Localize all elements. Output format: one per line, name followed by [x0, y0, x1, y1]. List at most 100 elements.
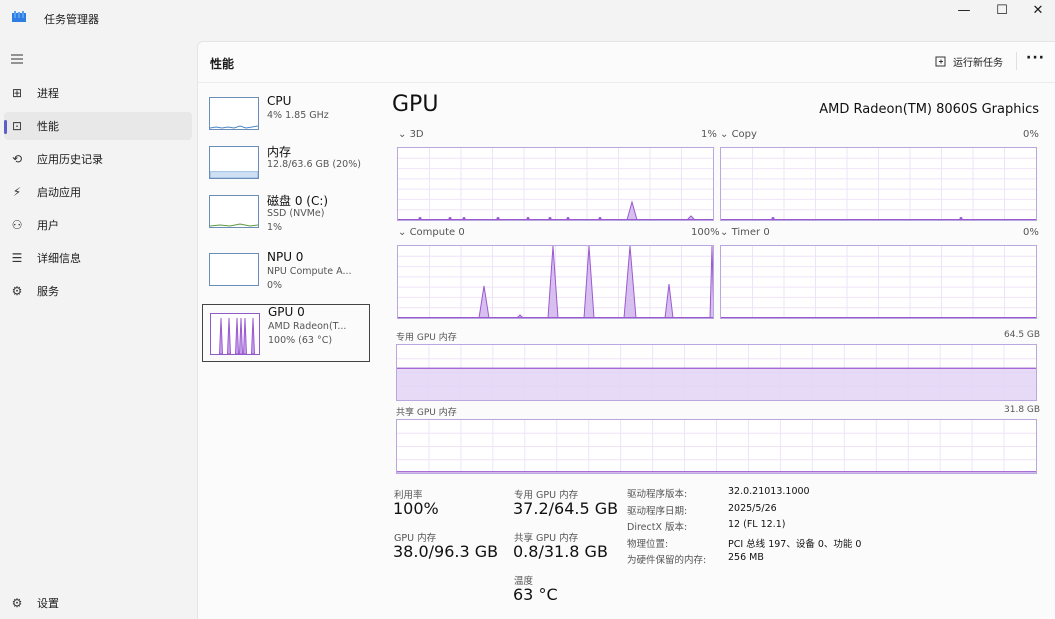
sidebar-item-startup[interactable]: ⚡ 启动应用: [4, 178, 192, 206]
more-options-button[interactable]: ···: [1026, 50, 1045, 66]
processes-icon: ⊞: [11, 86, 23, 100]
sidebar-item-label: 启动应用: [37, 186, 81, 199]
minimize-button[interactable]: —: [945, 0, 983, 20]
usage-spike: [626, 200, 638, 220]
graph-timer-svg: [721, 246, 1036, 318]
info-value: 32.0.21013.1000: [728, 486, 810, 497]
graph-copy: [720, 147, 1037, 221]
device-thumbnail-npu: [209, 253, 259, 286]
graph-copy-value: 0%: [1023, 129, 1039, 140]
gpu-sparkline: [218, 317, 256, 355]
run-new-task-label: 运行新任务: [953, 58, 1003, 69]
gpu-spike: [250, 317, 256, 355]
gpu-title: GPU: [392, 92, 439, 117]
details-icon: ☰: [11, 251, 23, 265]
usage-spike: [583, 246, 595, 318]
memory-fill: [397, 368, 1036, 400]
services-icon: ⚙: [11, 284, 23, 298]
sidebar-item-label: 详细信息: [37, 252, 81, 265]
graph-compute: [397, 245, 714, 319]
info-value: PCI 总线 197、设备 0、功能 0: [728, 538, 862, 550]
disk-sparkline: [209, 223, 259, 227]
app-title: 任务管理器: [44, 13, 99, 26]
graph-3d-svg: [398, 148, 713, 220]
device-value: 0%: [267, 280, 283, 291]
gpu-spike: [242, 317, 248, 355]
util-value: 100%: [393, 499, 439, 518]
active-indicator: [4, 120, 7, 134]
performance-icon: ⊡: [11, 119, 23, 133]
settings-icon: ⚙: [11, 596, 23, 610]
sidebar-item-label: 服务: [37, 285, 59, 298]
device-subtitle: 4% 1.85 GHz: [267, 110, 329, 121]
graph-compute-value: 100%: [691, 227, 720, 238]
info-key: 物理位置:: [627, 538, 669, 550]
info-value: 256 MB: [728, 552, 764, 563]
history-icon: ⟲: [11, 152, 23, 166]
graph-shared-label: 共享 GPU 内存: [396, 408, 457, 418]
startup-icon: ⚡: [12, 185, 22, 199]
task-manager-icon: [12, 11, 26, 22]
maximize-button[interactable]: ☐: [983, 0, 1021, 20]
device-value: 1%: [267, 222, 283, 233]
graph-3d: [397, 147, 714, 221]
graph-dedicated-label: 专用 GPU 内存: [396, 333, 457, 343]
device-subtitle: SSD (NVMe): [267, 208, 325, 219]
device-thumbnail-cpu: [209, 97, 259, 130]
npu-sparkline: [210, 254, 258, 285]
sidebar-item-performance[interactable]: ⊡ 性能: [4, 112, 192, 140]
sidebar-item-label: 设置: [37, 597, 59, 610]
device-thumbnail-gpu: [210, 313, 260, 355]
graph-compute-svg: [398, 246, 713, 318]
sidebar-item-processes[interactable]: ⊞ 进程: [4, 79, 192, 107]
device-name: NPU 0: [267, 250, 304, 264]
run-new-task-button[interactable]: 运行新任务: [935, 54, 1003, 69]
usage-spike: [547, 246, 559, 318]
device-item-gpu[interactable]: GPU 0 AMD Radeon(T... 100% (63 °C): [202, 304, 370, 362]
device-subtitle: 12.8/63.6 GB (20%): [267, 159, 361, 170]
device-name: 内存: [267, 145, 292, 159]
device-subtitle: NPU Compute A...: [267, 266, 352, 277]
sidebar-item-services[interactable]: ⚙ 服务: [4, 277, 192, 305]
gpu-mem-value: 38.0/96.3 GB: [393, 542, 499, 561]
device-item-npu[interactable]: NPU 0 NPU Compute A... 0%: [202, 250, 370, 308]
device-thumbnail-disk: [209, 195, 259, 228]
device-value: 100% (63 °C): [268, 335, 333, 346]
sidebar-item-users[interactable]: ⚇ 用户: [4, 211, 192, 239]
hamburger-menu-icon[interactable]: [10, 52, 24, 66]
sidebar-item-label: 应用历史记录: [37, 153, 103, 166]
usage-spike: [664, 283, 674, 318]
header-divider: [198, 82, 1055, 83]
dedicated-memory-svg: [397, 345, 1036, 400]
header-separator: [1016, 52, 1017, 70]
performance-panel: 性能 运行新任务 ··· CPU 4% 1.85 GHz 内存 12.8/63.6 G…: [197, 41, 1055, 619]
temperature-value: 63 °C: [513, 585, 558, 604]
usage-spike: [709, 246, 713, 318]
graph-3d-label: ⌄ 3D: [398, 129, 424, 140]
graph-timer-value: 0%: [1023, 227, 1039, 238]
gpu-spike: [226, 317, 232, 355]
users-icon: ⚇: [11, 218, 23, 232]
usage-spike: [623, 246, 637, 318]
close-button[interactable]: ✕: [1019, 0, 1055, 20]
shared-mem-value: 0.8/31.8 GB: [513, 542, 608, 561]
graph-dedicated-value: 64.5 GB: [1004, 330, 1041, 340]
sidebar-item-label: 用户: [37, 219, 59, 232]
sidebar-item-history[interactable]: ⟲ 应用历史记录: [4, 145, 192, 173]
page-title: 性能: [210, 57, 235, 71]
close-icon: ✕: [1032, 2, 1044, 18]
shared-memory-svg: [397, 420, 1036, 473]
info-value: 2025/5/26: [728, 502, 777, 514]
graph-3d-value: 1%: [701, 129, 717, 140]
device-item-disk[interactable]: 磁盘 0 (C:) SSD (NVMe) 1%: [202, 192, 370, 250]
maximize-icon: ☐: [996, 2, 1008, 18]
info-value: 12 (FL 12.1): [728, 519, 786, 530]
info-key: 驱动程序版本:: [627, 489, 688, 500]
device-name: CPU: [267, 94, 292, 108]
cpu-sparkline: [209, 125, 259, 129]
sidebar-item-settings[interactable]: ⚙ 设置: [4, 589, 192, 617]
gpu-spike: [218, 317, 224, 355]
device-thumbnail-mem: [209, 146, 259, 179]
sidebar-item-details[interactable]: ☰ 详细信息: [4, 244, 192, 272]
minimize-icon: —: [957, 2, 971, 18]
